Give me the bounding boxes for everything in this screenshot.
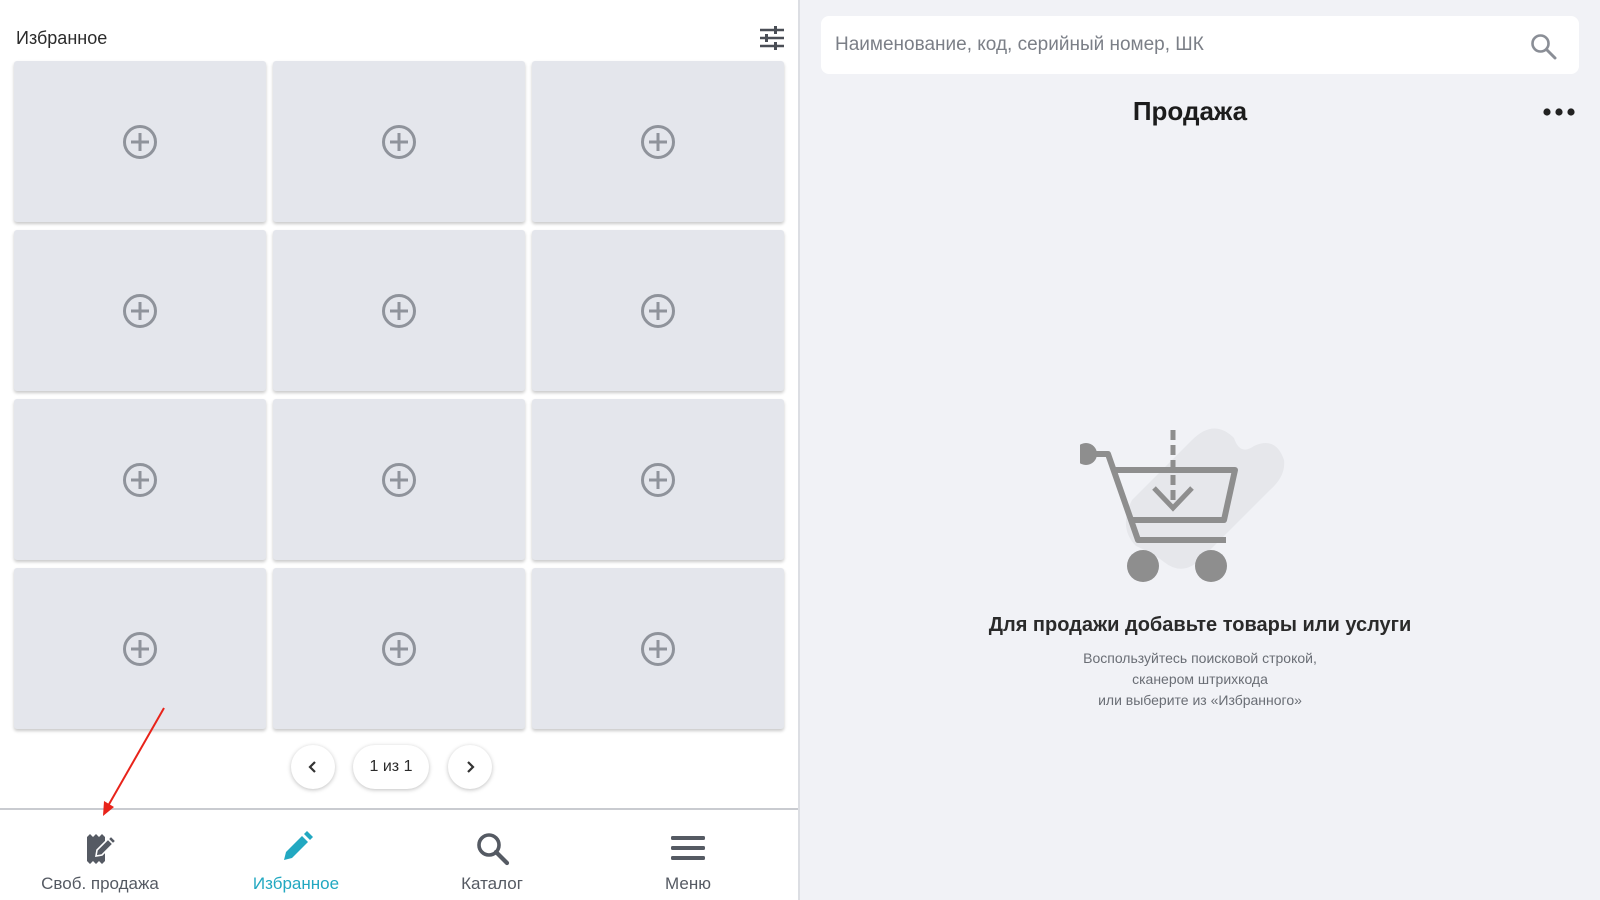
favorite-tile[interactable] — [532, 230, 784, 391]
chevron-left-icon — [308, 761, 316, 773]
add-circle-icon — [382, 124, 416, 159]
nav-free-sale[interactable]: Своб. продажа — [0, 810, 200, 900]
nav-label: Избранное — [252, 874, 340, 893]
prev-page-button[interactable] — [291, 745, 335, 789]
add-circle-icon — [382, 631, 416, 666]
favorite-tile[interactable] — [532, 399, 784, 560]
next-page-button[interactable] — [448, 745, 492, 789]
page-indicator: 1 из 1 — [353, 745, 429, 789]
add-circle-icon — [641, 124, 675, 159]
search-bar — [821, 16, 1579, 74]
favorite-tile[interactable] — [14, 399, 266, 560]
nav-label: Каталог — [461, 874, 523, 893]
menu-icon — [671, 836, 705, 860]
sale-panel: Продажа Для продажи добавьте товары или … — [800, 0, 1600, 900]
add-circle-icon — [123, 124, 157, 159]
add-circle-icon — [641, 631, 675, 666]
favorite-tile[interactable] — [14, 230, 266, 391]
hint-line: Воспользуйтесь поисковой строкой, — [1083, 650, 1317, 666]
nav-favorites[interactable]: Избранное — [196, 810, 396, 900]
pencil-icon — [284, 831, 313, 860]
favorite-tile[interactable] — [14, 568, 266, 729]
favorites-title: Избранное — [16, 28, 108, 48]
favorite-tile[interactable] — [273, 568, 525, 729]
search-icon — [477, 833, 510, 866]
filter-settings-icon[interactable] — [758, 24, 786, 52]
nav-label: Своб. продажа — [41, 874, 159, 893]
nav-catalog[interactable]: Каталог — [392, 810, 592, 900]
chevron-right-icon — [467, 761, 475, 773]
search-input[interactable] — [835, 16, 1495, 74]
nav-label: Меню — [665, 874, 711, 893]
favorite-tile[interactable] — [532, 568, 784, 729]
hint-line: или выберите из «Избранного» — [1098, 692, 1302, 708]
add-circle-icon — [641, 293, 675, 328]
more-options-icon[interactable] — [1541, 100, 1577, 124]
add-circle-icon — [123, 631, 157, 666]
favorites-panel: Избранное 1 из 1 Своб. продажа Избранное… — [0, 0, 800, 900]
add-circle-icon — [641, 462, 675, 497]
favorite-tile[interactable] — [273, 399, 525, 560]
add-circle-icon — [123, 293, 157, 328]
free-sale-icon — [87, 834, 118, 864]
add-circle-icon — [382, 293, 416, 328]
favorite-tile[interactable] — [273, 230, 525, 391]
empty-state-hint: Воспользуйтесь поисковой строкой, сканер… — [800, 648, 1600, 711]
favorite-tile[interactable] — [273, 61, 525, 222]
pagination: 1 из 1 — [0, 745, 800, 789]
add-circle-icon — [382, 462, 416, 497]
add-circle-icon — [123, 462, 157, 497]
sale-title: Продажа — [1132, 96, 1248, 126]
nav-menu[interactable]: Меню — [588, 810, 788, 900]
favorite-tile[interactable] — [532, 61, 784, 222]
bottom-navigation: Своб. продажа Избранное Каталог Меню — [0, 808, 800, 900]
favorite-tile[interactable] — [14, 61, 266, 222]
empty-cart-illustration — [1080, 428, 1285, 582]
favorites-grid — [14, 61, 786, 733]
hint-line: сканером штрихкода — [1132, 671, 1268, 687]
search-icon[interactable] — [1529, 32, 1557, 60]
empty-state-title: Для продажи добавьте товары или услуги — [988, 614, 1412, 636]
